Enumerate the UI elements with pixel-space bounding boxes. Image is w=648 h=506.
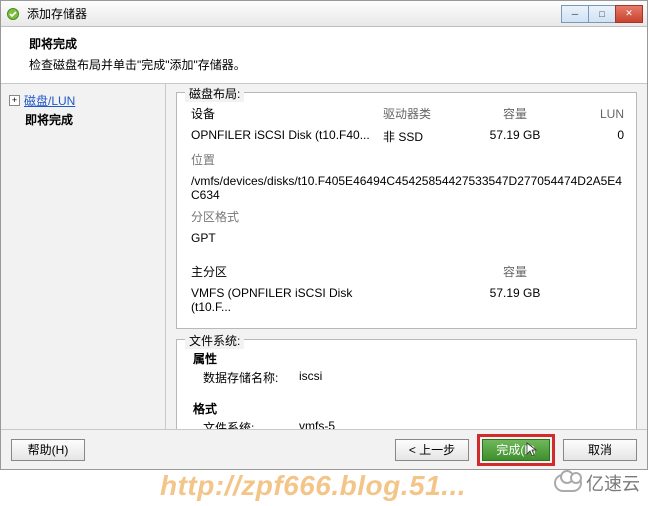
maximize-button[interactable]: □ xyxy=(588,5,616,23)
sidebar-step-current: 即将完成 xyxy=(25,111,157,128)
wizard-footer: 帮助(H) < 上一步 完成(F) 取消 xyxy=(1,429,647,469)
close-button[interactable]: ✕ xyxy=(615,5,643,23)
partition-table: 主分区 容量 VMFS (OPNFILER iSCSI Disk (t10.F.… xyxy=(189,259,626,318)
location-value: /vmfs/devices/disks/t10.F405E46494C45425… xyxy=(191,172,624,204)
col-device: 设备 xyxy=(191,103,381,124)
wizard-main: 磁盘布局: 设备 驱动器类 容量 LUN OPNFILER iSCSI Disk… xyxy=(166,84,647,429)
wizard-sidebar: + 磁盘/LUN 即将完成 xyxy=(1,84,166,429)
device-row: OPNFILER iSCSI Disk (t10.F40... 非 SSD 57… xyxy=(191,126,624,147)
finish-button[interactable]: 完成(F) xyxy=(482,439,550,461)
minimize-button[interactable]: ─ xyxy=(561,5,589,23)
datastore-name-label: 数据存储名称: xyxy=(203,369,299,386)
filesystem-title: 文件系统: xyxy=(185,332,244,349)
finish-highlight: 完成(F) xyxy=(477,434,555,466)
cancel-button[interactable]: 取消 xyxy=(563,439,637,461)
col-capacity: 容量 xyxy=(465,103,565,124)
finish-button-label: 完成(F) xyxy=(496,441,535,458)
properties-heading: 属性 xyxy=(193,350,626,367)
partition-name: VMFS (OPNFILER iSCSI Disk (t10.F... xyxy=(191,284,381,316)
partition-capacity: 57.19 GB xyxy=(465,284,565,316)
wizard-step-title: 即将完成 xyxy=(29,35,635,52)
primary-partition-label: 主分区 xyxy=(191,261,381,282)
window-title: 添加存储器 xyxy=(27,5,556,22)
format-heading: 格式 xyxy=(193,400,626,417)
help-button[interactable]: 帮助(H) xyxy=(11,439,85,461)
app-icon xyxy=(5,6,21,22)
tree-row-disk-lun[interactable]: + 磁盘/LUN xyxy=(9,92,157,109)
col-drivetype: 驱动器类 xyxy=(383,103,463,124)
disk-layout-panel: 磁盘布局: 设备 驱动器类 容量 LUN OPNFILER iSCSI Disk… xyxy=(176,92,637,329)
location-label: 位置 xyxy=(191,149,381,170)
wizard-step-subtitle: 检查磁盘布局并单击"完成"添加"存储器。 xyxy=(29,56,635,73)
filesystem-panel: 文件系统: 属性 数据存储名称: iscsi 格式 文件系统: vmfs-5 块… xyxy=(176,339,637,429)
device-table: 设备 驱动器类 容量 LUN OPNFILER iSCSI Disk (t10.… xyxy=(189,101,626,249)
titlebar[interactable]: 添加存储器 ─ □ ✕ xyxy=(1,1,647,27)
device-capacity: 57.19 GB xyxy=(465,126,565,147)
filesystem-label: 文件系统: xyxy=(203,419,299,429)
primary-capacity-col: 容量 xyxy=(465,261,565,282)
cloud-icon xyxy=(554,474,582,492)
brand-text: 亿速云 xyxy=(586,470,640,496)
tree-expand-icon[interactable]: + xyxy=(9,95,20,106)
dialog-window: 添加存储器 ─ □ ✕ 即将完成 检查磁盘布局并单击"完成"添加"存储器。 + … xyxy=(0,0,648,470)
wizard-header: 即将完成 检查磁盘布局并单击"完成"添加"存储器。 xyxy=(1,27,647,84)
datastore-name-value: iscsi xyxy=(299,369,322,386)
col-lun: LUN xyxy=(567,103,624,124)
device-name: OPNFILER iSCSI Disk (t10.F40... xyxy=(191,126,381,147)
device-lun: 0 xyxy=(567,126,624,147)
wizard-body: + 磁盘/LUN 即将完成 磁盘布局: 设备 驱动器类 容量 LUN OPN xyxy=(1,84,647,429)
sidebar-link-disk-lun[interactable]: 磁盘/LUN xyxy=(24,92,75,109)
datastore-name-row: 数据存储名称: iscsi xyxy=(203,369,626,386)
partition-row: VMFS (OPNFILER iSCSI Disk (t10.F... 57.1… xyxy=(191,284,624,316)
back-button[interactable]: < 上一步 xyxy=(395,439,469,461)
brand-badge: 亿速云 xyxy=(554,470,640,496)
partition-format-label: 分区格式 xyxy=(191,206,381,227)
filesystem-row: 文件系统: vmfs-5 xyxy=(203,419,626,429)
filesystem-value: vmfs-5 xyxy=(299,419,335,429)
partition-format-value: GPT xyxy=(191,229,381,247)
window-controls: ─ □ ✕ xyxy=(562,5,643,23)
disk-layout-title: 磁盘布局: xyxy=(185,85,244,102)
watermark-text: http://zpf666.blog.51... xyxy=(160,470,466,502)
device-drivetype: 非 SSD xyxy=(383,126,463,147)
